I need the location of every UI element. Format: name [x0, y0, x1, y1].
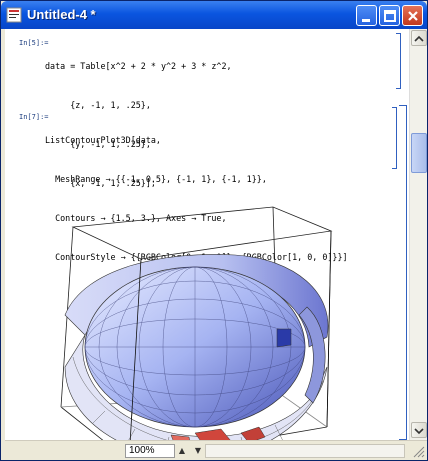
code-line: data = Table[x^2 + 2 * y^2 + 3 * z^2,: [45, 61, 232, 71]
minimize-button[interactable]: [356, 5, 377, 26]
group-bracket[interactable]: [399, 105, 407, 440]
window-title: Untitled-4 *: [27, 7, 96, 22]
red-contour-patch: [276, 328, 292, 348]
vertical-scrollbar[interactable]: [409, 29, 427, 440]
status-bar: 100% ▲ ▼: [5, 440, 427, 460]
close-icon: [408, 11, 418, 21]
contour-plot-3d: [60, 206, 333, 440]
close-button[interactable]: [402, 5, 423, 26]
code-line: MeshRange → {{-1, 0.5}, {-1, 1}, {-1, 1}…: [45, 174, 267, 184]
zoom-level-field[interactable]: 100%: [125, 444, 175, 458]
arrow-down-icon: [414, 428, 424, 435]
zoom-in-icon[interactable]: ▼: [193, 445, 203, 457]
scroll-up-button[interactable]: [411, 30, 427, 46]
arrow-up-icon: [414, 35, 424, 42]
red-contour-patch: [194, 428, 231, 440]
maximize-icon: [384, 10, 396, 22]
mathematica-app-icon: [6, 7, 22, 23]
notebook-window: Untitled-4 * In[5]:= data = Table[x^2 + …: [0, 0, 428, 461]
cell-bracket[interactable]: [392, 107, 397, 169]
title-bar[interactable]: Untitled-4 *: [1, 1, 427, 29]
code-line: ListContourPlot3D[data,: [45, 135, 161, 145]
notebook-content[interactable]: In[5]:= data = Table[x^2 + 2 * y^2 + 3 *…: [5, 29, 409, 440]
scroll-down-button[interactable]: [411, 422, 427, 438]
resize-grip-icon[interactable]: [411, 444, 425, 458]
zoom-out-icon[interactable]: ▲: [177, 445, 187, 457]
minimize-icon: [362, 19, 370, 22]
maximize-button[interactable]: [379, 5, 400, 26]
scroll-thumb[interactable]: [411, 133, 427, 173]
cell-bracket[interactable]: [396, 33, 401, 89]
horizontal-scrollbar[interactable]: [205, 444, 405, 458]
